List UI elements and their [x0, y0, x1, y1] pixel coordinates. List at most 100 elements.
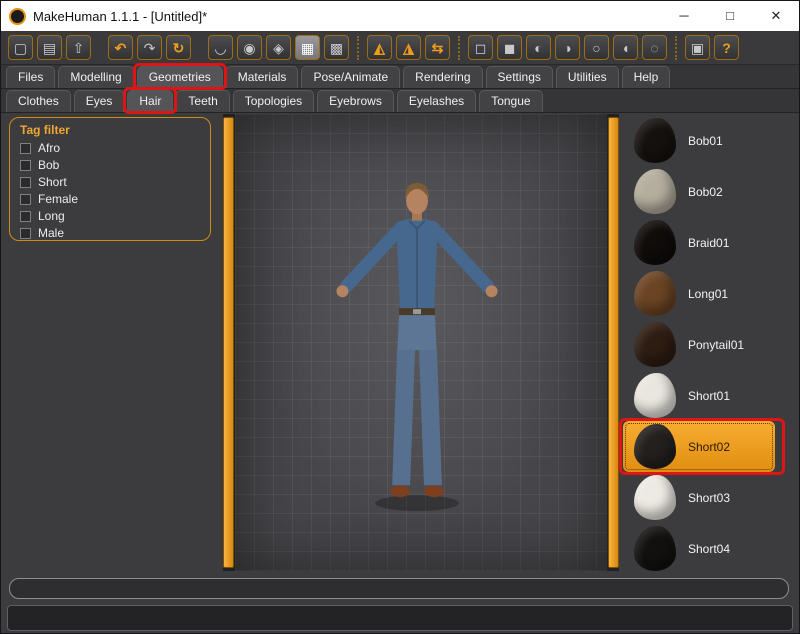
tab-label: Modelling: [70, 70, 121, 84]
tab-help[interactable]: Help: [622, 66, 671, 88]
tag-filter-bob[interactable]: Bob: [20, 157, 200, 173]
hair-thumbnail: [634, 373, 676, 418]
main-toolbar: ▢ ▤ ⇧ ↶ ↷ ↻ ◡ ◉ ◈ ▦ ▩ ◭ ◮ ⇆ ◻ ◼ ◐ ◑ ○ ◖ …: [1, 31, 799, 65]
tab-settings[interactable]: Settings: [486, 66, 553, 88]
hair-thumbnail: [634, 526, 676, 571]
tab-modelling[interactable]: Modelling: [58, 66, 133, 88]
tag-filter-male[interactable]: Male: [20, 225, 200, 241]
camera-slider-right[interactable]: [608, 117, 619, 568]
maximize-button[interactable]: □: [707, 1, 753, 31]
progress-bar: [9, 578, 789, 599]
hair-item-label: Ponytail01: [688, 338, 744, 352]
tab-utilities[interactable]: Utilities: [556, 66, 619, 88]
hair-item-bob02[interactable]: Bob02: [623, 166, 775, 217]
hair-item-ponytail01[interactable]: Ponytail01: [623, 319, 775, 370]
left-arm: [346, 230, 399, 287]
right-arm: [435, 230, 488, 287]
half-sphere-icon[interactable]: ◖: [613, 35, 638, 60]
character-model[interactable]: [235, 114, 607, 571]
checkbox-icon[interactable]: [20, 177, 31, 188]
head-shaded-right-icon[interactable]: ◑: [555, 35, 580, 60]
load-icon[interactable]: ▤: [37, 35, 62, 60]
hair-thumbnail: [634, 271, 676, 316]
new-icon[interactable]: ▢: [8, 35, 33, 60]
hair-item-short01[interactable]: Short01: [623, 370, 775, 421]
sphere-icon[interactable]: ○: [584, 35, 609, 60]
tab-hair[interactable]: Hair: [127, 90, 173, 112]
right-leg: [419, 350, 442, 485]
hair-item-label: Short03: [688, 491, 730, 505]
tab-pose-animate[interactable]: Pose/Animate: [301, 66, 400, 88]
tag-filter-afro[interactable]: Afro: [20, 140, 200, 156]
checkbox-label: Long: [38, 209, 65, 223]
checkbox-label: Afro: [38, 141, 60, 155]
head-shaded-left-icon[interactable]: ◐: [526, 35, 551, 60]
tag-filter-short[interactable]: Short: [20, 174, 200, 190]
content-area: Tag filter Afro Bob Short Female Long: [1, 113, 799, 634]
minimize-button[interactable]: ─: [661, 1, 707, 31]
checkbox-icon[interactable]: [20, 143, 31, 154]
screenshot-icon[interactable]: ▣: [685, 35, 710, 60]
viewport-grid[interactable]: [235, 114, 607, 571]
head-dark-icon[interactable]: ◼: [497, 35, 522, 60]
tab-geometries[interactable]: Geometries: [137, 66, 223, 88]
hair-item-short04[interactable]: Short04: [623, 523, 775, 574]
hair-item-braid01[interactable]: Braid01: [623, 217, 775, 268]
symmetry-right-icon[interactable]: ◮: [396, 35, 421, 60]
tab-topologies[interactable]: Topologies: [233, 90, 314, 112]
tab-label: Files: [18, 70, 43, 84]
save-icon[interactable]: ⇧: [66, 35, 91, 60]
subdivide-icon[interactable]: ◈: [266, 35, 291, 60]
checkbox-icon[interactable]: [20, 211, 31, 222]
smooth-icon[interactable]: ◡: [208, 35, 233, 60]
checkbox-label: Bob: [38, 158, 59, 172]
sub-tab-bar: Clothes Eyes Hair Teeth Topologies Eyebr…: [1, 89, 799, 113]
grid-icon[interactable]: ▦: [295, 35, 320, 60]
tab-label: Eyes: [86, 94, 113, 108]
checkbox-icon[interactable]: [20, 194, 31, 205]
dashed-circle-icon[interactable]: ◌: [642, 35, 667, 60]
hair-item-label: Braid01: [688, 236, 729, 250]
tab-label: Eyelashes: [409, 94, 464, 108]
checkbox-icon[interactable]: [20, 160, 31, 171]
tab-eyelashes[interactable]: Eyelashes: [397, 90, 476, 112]
symmetry-sync-icon[interactable]: ⇆: [425, 35, 450, 60]
tab-label: Help: [634, 70, 659, 84]
symmetry-left-icon[interactable]: ◭: [367, 35, 392, 60]
viewport-3d[interactable]: [223, 114, 619, 571]
hair-item-long01[interactable]: Long01: [623, 268, 775, 319]
redo-icon[interactable]: ↷: [137, 35, 162, 60]
hair-item-short03[interactable]: Short03: [623, 472, 775, 523]
hair-item-short02-selected[interactable]: Short02: [623, 421, 775, 472]
hair-item-label: Short01: [688, 389, 730, 403]
window-controls: ─ □ ✕: [661, 1, 799, 31]
tab-eyes[interactable]: Eyes: [74, 90, 125, 112]
checkbox-label: Short: [38, 175, 67, 189]
camera-slider-left[interactable]: [223, 117, 234, 568]
tab-teeth[interactable]: Teeth: [176, 90, 229, 112]
tag-filter-title: Tag filter: [20, 123, 200, 137]
undo-icon[interactable]: ↶: [108, 35, 133, 60]
tab-label: Materials: [238, 70, 287, 84]
tab-tongue[interactable]: Tongue: [479, 90, 542, 112]
checkbox-icon[interactable]: [20, 228, 31, 239]
close-button[interactable]: ✕: [753, 1, 799, 31]
tab-files[interactable]: Files: [6, 66, 55, 88]
window-title: MakeHuman 1.1.1 - [Untitled]*: [33, 9, 207, 24]
tab-clothes[interactable]: Clothes: [6, 90, 71, 112]
head-plain-icon[interactable]: ◻: [468, 35, 493, 60]
tag-filter-female[interactable]: Female: [20, 191, 200, 207]
tab-materials[interactable]: Materials: [226, 66, 299, 88]
main-tab-bar: Files Modelling Geometries Materials Pos…: [1, 65, 799, 89]
checkbox-label: Female: [38, 192, 78, 206]
hair-item-bob01[interactable]: Bob01: [623, 115, 775, 166]
wireframe-icon[interactable]: ◉: [237, 35, 262, 60]
reset-icon[interactable]: ↻: [166, 35, 191, 60]
tab-eyebrows[interactable]: Eyebrows: [317, 90, 394, 112]
texture-checker-icon[interactable]: ▩: [324, 35, 349, 60]
help-icon[interactable]: ?: [714, 35, 739, 60]
tag-filter-long[interactable]: Long: [20, 208, 200, 224]
status-message-bar: [7, 605, 793, 631]
tab-rendering[interactable]: Rendering: [403, 66, 482, 88]
ground-shadow: [375, 495, 459, 511]
